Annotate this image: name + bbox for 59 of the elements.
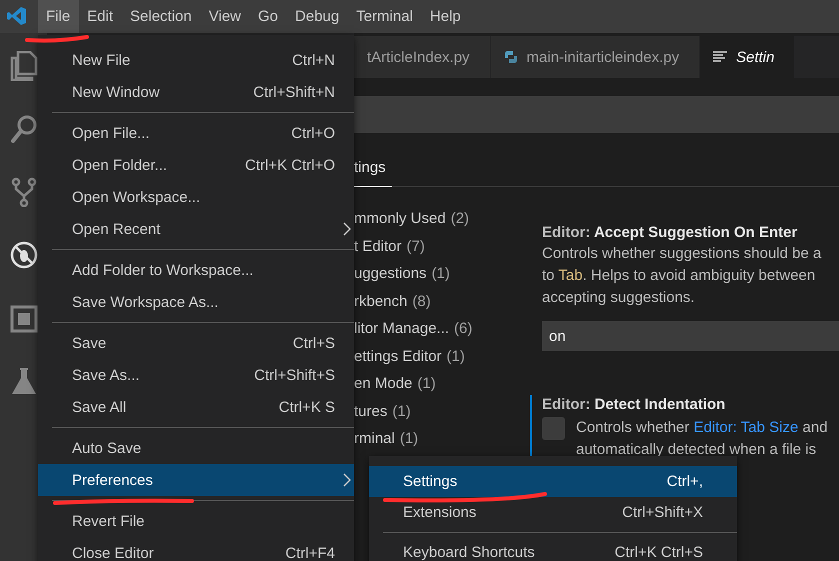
toc-item[interactable]: rminal (1) [354, 425, 530, 452]
menu-item[interactable]: Add Folder to Workspace... [38, 254, 354, 286]
setting-title: Editor: Detect Indentation [542, 395, 726, 415]
toc-item[interactable]: litor Manage... (6) [354, 315, 530, 342]
extensions-icon[interactable] [10, 303, 38, 333]
menubar-item[interactable]: File [38, 0, 80, 33]
setting-title: Editor: Accept Suggestion On Enter [542, 223, 798, 243]
app-logo-icon [7, 6, 27, 26]
toc-item[interactable]: en Mode (1) [354, 370, 530, 398]
menubar-item[interactable]: Edit [79, 0, 122, 33]
menubar-item[interactable]: Help [422, 0, 470, 33]
editor-tab[interactable]: main-initarticleindex.py [490, 36, 700, 78]
setting-description: Controls whether Editor: Tab Size and [576, 418, 828, 438]
settings-lines-icon [713, 51, 728, 63]
menubar-item[interactable]: View [200, 0, 250, 33]
setting-description: automatically detected when a file is [576, 440, 818, 460]
setting-description: to Tab. Helps to avoid ambiguity between [542, 266, 816, 286]
search-field[interactable] [354, 96, 839, 133]
menu-item[interactable]: Open Recent [38, 213, 354, 245]
menu-item[interactable]: Open Workspace... [38, 181, 354, 213]
underline-mark [25, 35, 89, 43]
toc-item[interactable]: mmonly Used (2) [354, 205, 530, 232]
menu-item[interactable]: Revert File [38, 505, 354, 537]
menubar-item[interactable]: Selection [122, 0, 201, 33]
menu-item[interactable]: Save Workspace As... [38, 286, 354, 318]
menubar-item[interactable]: Debug [287, 0, 348, 33]
editor-tab[interactable]: tArticleIndex.py [354, 36, 491, 78]
flask-icon[interactable] [10, 366, 38, 396]
editor-tab[interactable]: Settin [700, 36, 796, 78]
source-control-icon[interactable] [10, 177, 38, 207]
menu-item[interactable]: Save As... Ctrl+Shift+S [38, 359, 354, 391]
toc-item[interactable]: uggestions (1) [354, 260, 530, 288]
menu-item[interactable]: Open File... Ctrl+O [38, 117, 354, 149]
menu-item[interactable]: Auto Save [38, 432, 354, 464]
toc-item[interactable]: ettings Editor (1) [354, 342, 530, 370]
menu-item[interactable]: Preferences [38, 464, 354, 496]
toc-item[interactable]: t Editor (7) [354, 232, 530, 260]
dropdown[interactable]: on [542, 321, 839, 351]
menu-item[interactable]: Settings Ctrl+, [369, 466, 737, 497]
setting-link[interactable]: Editor: Tab Size [694, 419, 798, 436]
menu-item[interactable]: New File Ctrl+N [38, 44, 354, 76]
menu-item[interactable]: Save All Ctrl+K S [38, 391, 354, 423]
files-icon[interactable] [10, 51, 38, 81]
search-icon[interactable] [10, 114, 38, 144]
toc-item[interactable]: rkbench (8) [354, 288, 530, 315]
menu-item[interactable]: Close Editor Ctrl+F4 [38, 537, 354, 561]
menu-item[interactable]: Extensions Ctrl+Shift+X [369, 497, 737, 528]
menubar-item[interactable]: Go [250, 0, 288, 33]
menu-item[interactable]: New Window Ctrl+Shift+N [38, 76, 354, 108]
menu-item[interactable]: Save Ctrl+S [38, 327, 354, 359]
menu-item[interactable]: Keyboard Shortcuts Ctrl+K Ctrl+S [369, 537, 737, 561]
toc-item[interactable]: tures (1) [354, 398, 530, 425]
menu-item[interactable]: Open Folder... Ctrl+K Ctrl+O [38, 149, 354, 181]
menubar-item[interactable]: Terminal [348, 0, 422, 33]
python-icon [504, 50, 518, 64]
checkbox[interactable] [542, 417, 565, 440]
setting-description: accepting suggestions. [542, 288, 696, 308]
debug-icon[interactable] [10, 240, 38, 270]
setting-description: Controls whether suggestions should be a [542, 244, 822, 264]
